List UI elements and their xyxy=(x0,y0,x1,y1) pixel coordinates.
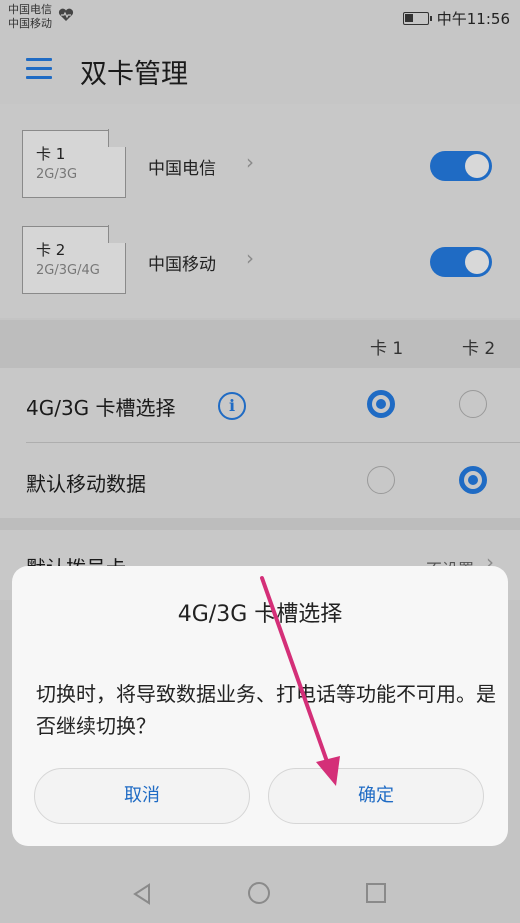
home-icon[interactable] xyxy=(248,882,270,904)
annotation-arrow-icon xyxy=(260,576,340,786)
back-icon[interactable] xyxy=(132,883,152,905)
navigation-bar xyxy=(0,863,520,923)
recent-apps-icon[interactable] xyxy=(366,883,386,903)
